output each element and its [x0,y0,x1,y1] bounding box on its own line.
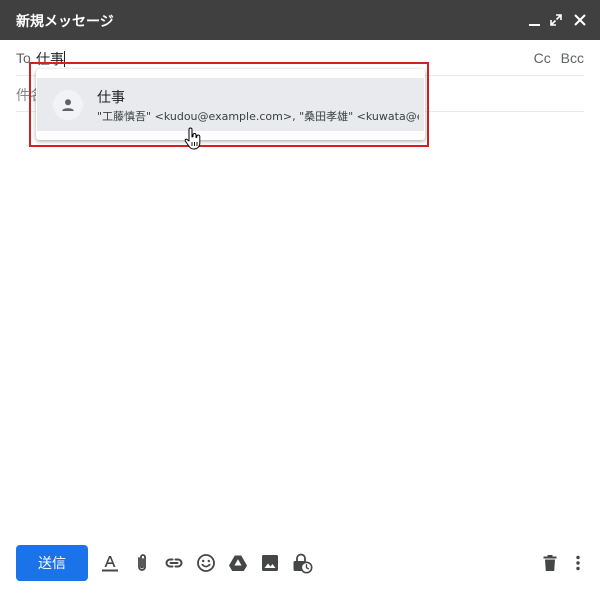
more-options-icon[interactable] [566,551,590,575]
cc-link[interactable]: Cc [534,50,551,66]
expand-icon[interactable] [546,10,566,30]
person-icon [53,90,83,120]
group-name: 仕事 [97,90,125,106]
cc-bcc-links: Cc Bcc [528,50,584,66]
group-members: "工藤慎吾" <kudou@example.com>, "桑田孝雄" <kuwa… [97,110,419,123]
minimize-icon[interactable] [525,10,545,30]
autocomplete-item-group[interactable]: 仕事 "工藤慎吾" <kudou@example.com>, "桑田孝雄" <k… [37,78,424,131]
format-text-icon[interactable] [98,551,122,575]
bcc-link[interactable]: Bcc [561,50,584,66]
attach-icon[interactable] [130,551,154,575]
drive-icon[interactable] [226,551,250,575]
hand-cursor-icon [184,127,202,156]
send-button[interactable]: 送信 [16,545,88,581]
link-icon[interactable] [162,551,186,575]
trash-icon[interactable] [538,551,562,575]
photo-icon[interactable] [258,551,282,575]
compose-titlebar: 新規メッセージ [0,0,600,40]
confidential-mode-icon[interactable] [290,551,314,575]
compose-title: 新規メッセージ [16,14,114,30]
autocomplete-dropdown: 仕事 "工藤慎吾" <kudou@example.com>, "桑田孝雄" <k… [36,69,425,140]
emoji-icon[interactable] [194,551,218,575]
close-icon[interactable] [570,10,590,30]
